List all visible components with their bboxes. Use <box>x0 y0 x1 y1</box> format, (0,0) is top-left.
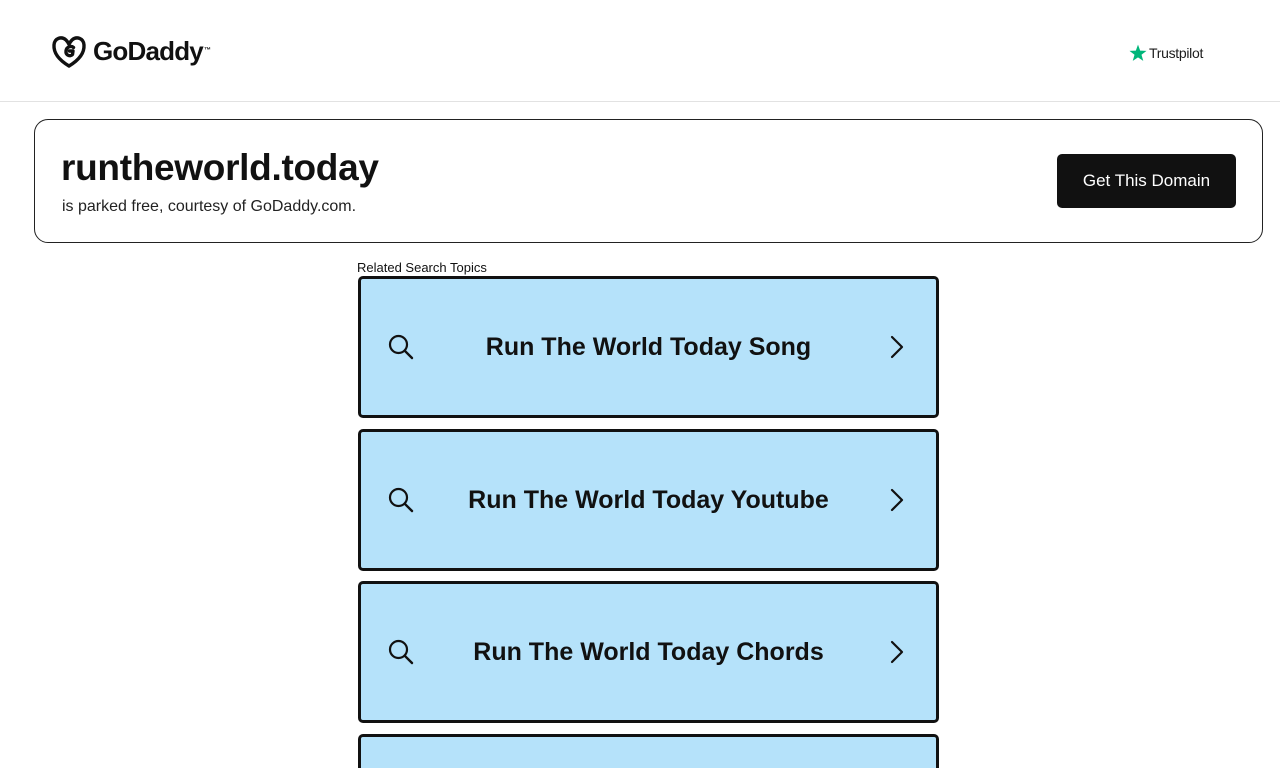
related-topic-item[interactable]: Run The World Today Chords <box>358 581 939 723</box>
related-topic-label: Run The World Today Youtube <box>468 485 829 514</box>
star-icon <box>1129 44 1147 61</box>
domain-card: runtheworld.today is parked free, courte… <box>34 119 1263 243</box>
chevron-right-icon <box>890 640 904 664</box>
related-topic-label: Run The World Today Song <box>485 332 812 361</box>
domain-name: runtheworld.today <box>61 147 379 188</box>
chevron-right-icon <box>890 488 904 512</box>
search-icon <box>388 639 414 665</box>
trademark-symbol: ™ <box>203 47 211 54</box>
related-topic-item[interactable]: Run The World Today Youtube <box>358 429 939 571</box>
search-icon <box>388 334 414 360</box>
related-topic-item[interactable]: Run The World Today Song <box>358 276 939 418</box>
related-topic-label <box>431 737 866 768</box>
related-topic-label: Run The World Today Chords <box>473 637 824 666</box>
trustpilot-link[interactable]: Trustpilot <box>1128 43 1203 63</box>
trustpilot-label: Trustpilot <box>1149 45 1204 61</box>
godaddy-logo[interactable]: GoDaddy™ <box>51 33 211 69</box>
search-icon <box>388 487 414 513</box>
related-topic-item[interactable] <box>358 734 939 768</box>
godaddy-wordmark: GoDaddy™ <box>93 36 211 66</box>
godaddy-logo-icon <box>52 36 86 68</box>
get-this-domain-button[interactable]: Get This Domain <box>1057 154 1236 208</box>
parked-notice: is parked free, courtesy of GoDaddy.com. <box>62 198 357 215</box>
chevron-right-icon <box>890 335 904 359</box>
site-header: GoDaddy™ Trustpilot <box>0 0 1280 102</box>
related-search-heading: Related Search Topics <box>357 260 487 275</box>
